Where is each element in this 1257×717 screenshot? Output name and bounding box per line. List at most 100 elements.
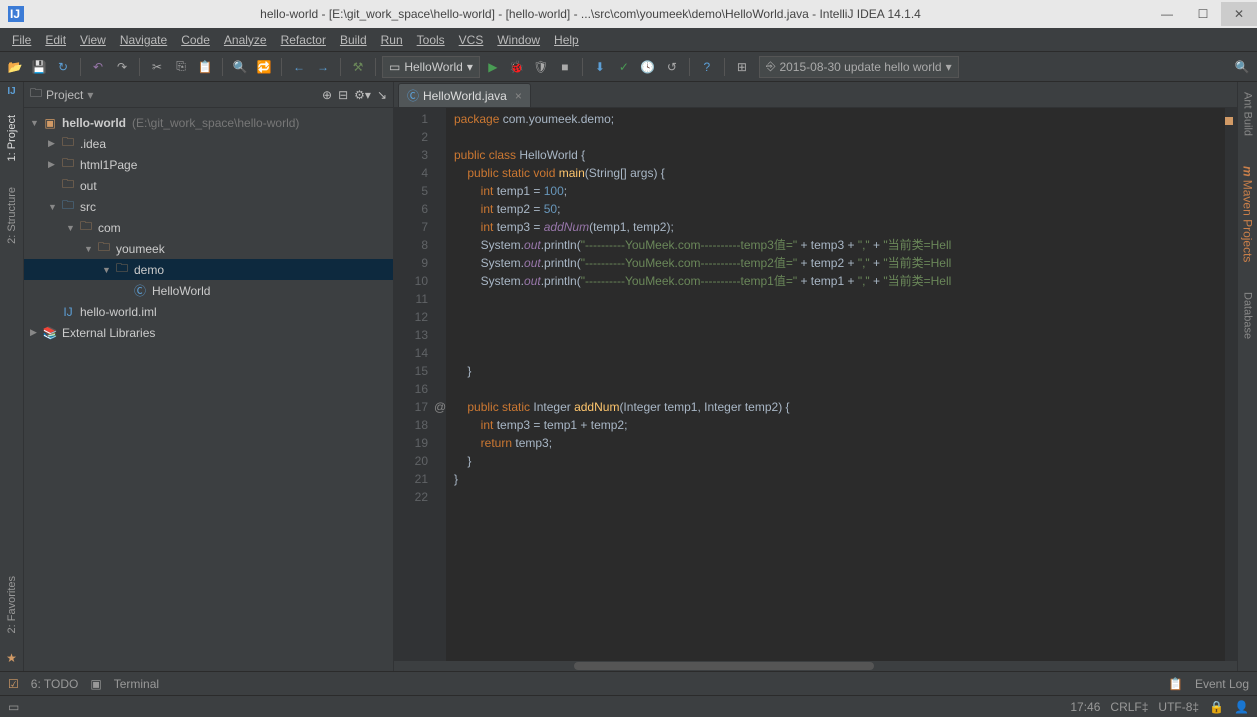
editor-tab-helloworld[interactable]: Ⓒ HelloWorld.java × bbox=[398, 83, 531, 107]
ij-icon: IJ bbox=[7, 86, 15, 97]
hector-icon[interactable]: 👤 bbox=[1234, 700, 1249, 714]
fold-column[interactable]: @ bbox=[434, 108, 446, 661]
terminal-icon: ▣ bbox=[90, 677, 101, 691]
menu-code[interactable]: Code bbox=[175, 31, 216, 49]
left-tab-project[interactable]: 1: Project bbox=[4, 107, 20, 169]
bottom-todo[interactable]: 6: TODO bbox=[31, 677, 79, 691]
project-panel: 🗀 Project ▾ ⊕ ⊟ ⚙▾ ↘ ▼ ▣ hello-world (E:… bbox=[24, 82, 394, 671]
tree-item-youmeek[interactable]: ▼🗀youmeek bbox=[24, 238, 393, 259]
bottom-eventlog[interactable]: Event Log bbox=[1195, 677, 1249, 691]
debug-icon[interactable]: 🐞 bbox=[506, 56, 528, 78]
right-tab-maven[interactable]: m Maven Projects bbox=[1241, 166, 1255, 262]
todo-icon: ☑ bbox=[8, 677, 19, 691]
tree-item-label: hello-world.iml bbox=[80, 305, 157, 319]
tree-item-label: out bbox=[80, 179, 97, 193]
build-icon[interactable]: ⚒ bbox=[347, 56, 369, 78]
find-icon[interactable]: 🔍 bbox=[229, 56, 251, 78]
sync-icon[interactable]: ↻ bbox=[52, 56, 74, 78]
chevron-down-icon: ▾ bbox=[946, 60, 952, 74]
run-config-dropdown[interactable]: ▭ HelloWorld ▾ bbox=[382, 56, 480, 78]
gear-icon[interactable]: ⚙▾ bbox=[354, 88, 371, 102]
minimize-button[interactable]: ― bbox=[1149, 2, 1185, 26]
coverage-icon[interactable]: 🛡 bbox=[530, 56, 552, 78]
code-content[interactable]: package com.youmeek.demo;public class He… bbox=[446, 108, 1225, 661]
menu-tools[interactable]: Tools bbox=[411, 31, 451, 49]
menu-run[interactable]: Run bbox=[375, 31, 409, 49]
tree-item-src[interactable]: ▼🗀src bbox=[24, 196, 393, 217]
help-icon[interactable]: ? bbox=[696, 56, 718, 78]
stop-icon[interactable]: ■ bbox=[554, 56, 576, 78]
run-config-label: HelloWorld bbox=[404, 60, 462, 74]
editor-tabs: Ⓒ HelloWorld.java × bbox=[394, 82, 1237, 108]
save-icon[interactable]: 💾 bbox=[28, 56, 50, 78]
folder-icon: 🗀 bbox=[60, 157, 76, 173]
toolbar: 📂 💾 ↻ ↶ ↷ ✂ ⎘ 📋 🔍 🔁 ← → ⚒ ▭ HelloWorld ▾… bbox=[0, 52, 1257, 82]
forward-icon[interactable]: → bbox=[312, 56, 334, 78]
tree-item-.idea[interactable]: ▶🗀.idea bbox=[24, 133, 393, 154]
close-button[interactable]: ✕ bbox=[1221, 2, 1257, 26]
hide-icon[interactable]: ↘ bbox=[377, 88, 387, 102]
folder-icon: 🗀 bbox=[114, 262, 130, 278]
menu-analyze[interactable]: Analyze bbox=[218, 31, 273, 49]
tree-root[interactable]: ▼ ▣ hello-world (E:\git_work_space\hello… bbox=[24, 112, 393, 133]
project-tree[interactable]: ▼ ▣ hello-world (E:\git_work_space\hello… bbox=[24, 108, 393, 671]
vcs-update-icon[interactable]: ⬇ bbox=[589, 56, 611, 78]
close-tab-icon[interactable]: × bbox=[515, 89, 522, 103]
back-icon[interactable]: ← bbox=[288, 56, 310, 78]
menu-window[interactable]: Window bbox=[491, 31, 546, 49]
status-linesep[interactable]: CRLF‡ bbox=[1110, 700, 1148, 714]
menu-navigate[interactable]: Navigate bbox=[114, 31, 173, 49]
bottom-terminal[interactable]: Terminal bbox=[114, 677, 159, 691]
status-encoding[interactable]: UTF-8‡ bbox=[1158, 700, 1199, 714]
structure-icon[interactable]: ⊞ bbox=[731, 56, 753, 78]
tree-item-demo[interactable]: ▼🗀demo bbox=[24, 259, 393, 280]
cut-icon[interactable]: ✂ bbox=[146, 56, 168, 78]
project-panel-title: Project bbox=[46, 88, 83, 102]
tree-external-libraries[interactable]: ▶ 📚 External Libraries bbox=[24, 322, 393, 343]
copy-icon[interactable]: ⎘ bbox=[170, 56, 192, 78]
folder-icon: 🗀 bbox=[60, 178, 76, 194]
menu-help[interactable]: Help bbox=[548, 31, 585, 49]
tree-item-hello-world.iml[interactable]: IJhello-world.iml bbox=[24, 301, 393, 322]
line-number-gutter: 12345678910111213141516171819202122 bbox=[394, 108, 434, 661]
search-everywhere-icon[interactable]: 🔍 bbox=[1231, 56, 1253, 78]
menu-view[interactable]: View bbox=[74, 31, 112, 49]
run-icon[interactable]: ▶ bbox=[482, 56, 504, 78]
vcs-message-dropdown[interactable]: ⎆ 2015-08-30 update hello world ▾ bbox=[759, 56, 959, 78]
status-widget-icon[interactable]: ▭ bbox=[8, 700, 19, 714]
tree-item-html1Page[interactable]: ▶🗀html1Page bbox=[24, 154, 393, 175]
scroll-from-source-icon[interactable]: ⊕ bbox=[322, 88, 332, 102]
tree-item-com[interactable]: ▼🗀com bbox=[24, 217, 393, 238]
tree-item-out[interactable]: 🗀 out bbox=[24, 175, 393, 196]
lock-icon[interactable]: 🔒 bbox=[1209, 700, 1224, 714]
menu-file[interactable]: File bbox=[6, 31, 37, 49]
menu-refactor[interactable]: Refactor bbox=[275, 31, 332, 49]
right-tab-database[interactable]: Database bbox=[1242, 292, 1254, 339]
left-tab-favorites[interactable]: 2: Favorites bbox=[4, 568, 20, 641]
vcs-history-icon[interactable]: 🕓 bbox=[637, 56, 659, 78]
redo-icon[interactable]: ↷ bbox=[111, 56, 133, 78]
menu-build[interactable]: Build bbox=[334, 31, 373, 49]
undo-icon[interactable]: ↶ bbox=[87, 56, 109, 78]
tree-item-HelloWorld[interactable]: ⒸHelloWorld bbox=[24, 280, 393, 301]
horizontal-scrollbar[interactable] bbox=[394, 661, 1237, 671]
vcs-revert-icon[interactable]: ↺ bbox=[661, 56, 683, 78]
paste-icon[interactable]: 📋 bbox=[194, 56, 216, 78]
menu-edit[interactable]: Edit bbox=[39, 31, 72, 49]
code-area[interactable]: 12345678910111213141516171819202122 @ pa… bbox=[394, 108, 1237, 661]
replace-icon[interactable]: 🔁 bbox=[253, 56, 275, 78]
menu-vcs[interactable]: VCS bbox=[453, 31, 490, 49]
tree-item-label: com bbox=[98, 221, 121, 235]
vcs-commit-icon[interactable]: ✓ bbox=[613, 56, 635, 78]
open-icon[interactable]: 📂 bbox=[4, 56, 26, 78]
right-tab-ant[interactable]: Ant Build bbox=[1242, 92, 1254, 136]
left-tab-structure[interactable]: 2: Structure bbox=[4, 179, 20, 252]
chevron-down-icon[interactable]: ▾ bbox=[87, 88, 93, 102]
maximize-button[interactable]: ☐ bbox=[1185, 2, 1221, 26]
tree-item-label: HelloWorld bbox=[152, 284, 210, 298]
collapse-all-icon[interactable]: ⊟ bbox=[338, 88, 348, 102]
chevron-down-icon: ▾ bbox=[467, 60, 473, 74]
menubar: File Edit View Navigate Code Analyze Ref… bbox=[0, 28, 1257, 52]
eventlog-icon: 📋 bbox=[1168, 677, 1183, 691]
tree-item-label: youmeek bbox=[116, 242, 165, 256]
